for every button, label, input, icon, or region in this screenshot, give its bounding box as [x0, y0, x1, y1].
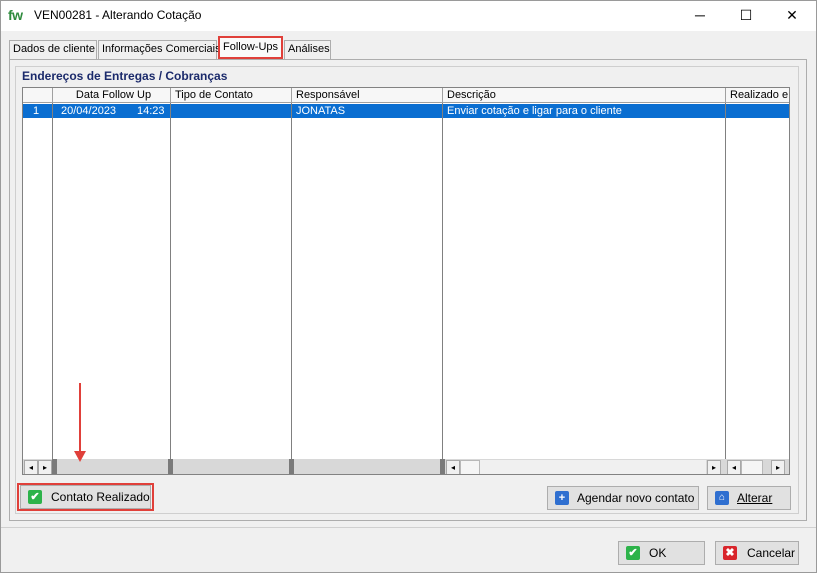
scrollbar-splitter[interactable] [289, 459, 294, 474]
group-title: Endereços de Entregas / Cobranças [22, 69, 228, 83]
ok-label: OK [649, 546, 667, 560]
scroll-right-icon[interactable]: ▸ [707, 460, 721, 474]
column-divider [170, 103, 171, 459]
column-divider [725, 103, 726, 459]
cancelar-button[interactable]: ✖ Cancelar [715, 541, 799, 565]
column-header-num[interactable] [23, 88, 53, 103]
column-divider [291, 103, 292, 459]
footer-divider [1, 527, 816, 528]
alterar-button[interactable]: ⌂ Alterar [707, 486, 791, 510]
column-header-descricao[interactable]: Descrição [443, 88, 726, 103]
window-title: VEN00281 - Alterando Cotação [34, 8, 202, 22]
ok-button[interactable]: ✔ OK [618, 541, 705, 565]
scroll-left-icon[interactable]: ◂ [24, 460, 38, 474]
alterar-label: Alterar [737, 491, 773, 505]
scroll-thumb[interactable] [741, 460, 763, 474]
scroll-left-icon[interactable]: ◂ [727, 460, 741, 474]
contato-realizado-button[interactable]: ✔ Contato Realizado [20, 485, 151, 509]
column-header-data[interactable]: Data Follow Up [53, 88, 171, 103]
scroll-right-icon[interactable]: ▸ [771, 460, 785, 474]
cell-realizado [726, 104, 788, 118]
column-divider [442, 103, 443, 459]
maximize-button[interactable]: ☐ [723, 1, 769, 30]
tab-dados-de-cliente[interactable]: Dados de cliente [9, 40, 97, 59]
cancel-icon: ✖ [723, 546, 737, 560]
close-button[interactable]: ✕ [769, 1, 815, 30]
tab-informacoes-comerciais[interactable]: Informações Comerciais [98, 40, 221, 59]
agendar-label: Agendar novo contato [577, 491, 695, 505]
check-icon: ✔ [626, 546, 640, 560]
scroll-left-icon[interactable]: ◂ [446, 460, 460, 474]
follow-ups-grid[interactable]: Data Follow Up Tipo de Contato Responsáv… [22, 87, 790, 475]
cancelar-label: Cancelar [747, 546, 796, 560]
tab-analises[interactable]: Análises [284, 40, 331, 59]
tab-follow-ups[interactable]: Follow-Ups [218, 36, 283, 59]
annotation-arrow [79, 383, 81, 451]
annotation-arrow-head [74, 451, 86, 462]
app-logo: fw [8, 7, 23, 23]
column-header-realizado[interactable]: Realizado e [726, 88, 789, 103]
scrollbar-splitter[interactable] [52, 459, 57, 474]
cell-responsavel: JONATAS [296, 105, 346, 117]
edit-icon: ⌂ [715, 491, 729, 505]
cell-time: 14:23 [137, 105, 165, 117]
column-divider [52, 103, 53, 459]
scroll-track[interactable] [480, 460, 706, 474]
agendar-novo-contato-button[interactable]: + Agendar novo contato [547, 486, 699, 510]
column-header-responsavel[interactable]: Responsável [292, 88, 443, 103]
cell-tipo [171, 104, 291, 118]
cell-date: 20/04/2023 [61, 105, 117, 117]
cell-num: 1 [33, 105, 40, 117]
plus-icon: + [555, 491, 569, 505]
scrollbar-splitter[interactable] [440, 459, 445, 474]
cell-descricao: Enviar cotação e ligar para o cliente [447, 105, 622, 117]
contato-realizado-label: Contato Realizado [51, 490, 150, 504]
scroll-thumb[interactable] [460, 460, 480, 474]
scroll-right-icon[interactable]: ▸ [38, 460, 52, 474]
minimize-button[interactable]: ─ [677, 1, 723, 30]
check-icon: ✔ [28, 490, 42, 504]
scrollbar-splitter[interactable] [168, 459, 173, 474]
column-header-tipo[interactable]: Tipo de Contato [171, 88, 292, 103]
